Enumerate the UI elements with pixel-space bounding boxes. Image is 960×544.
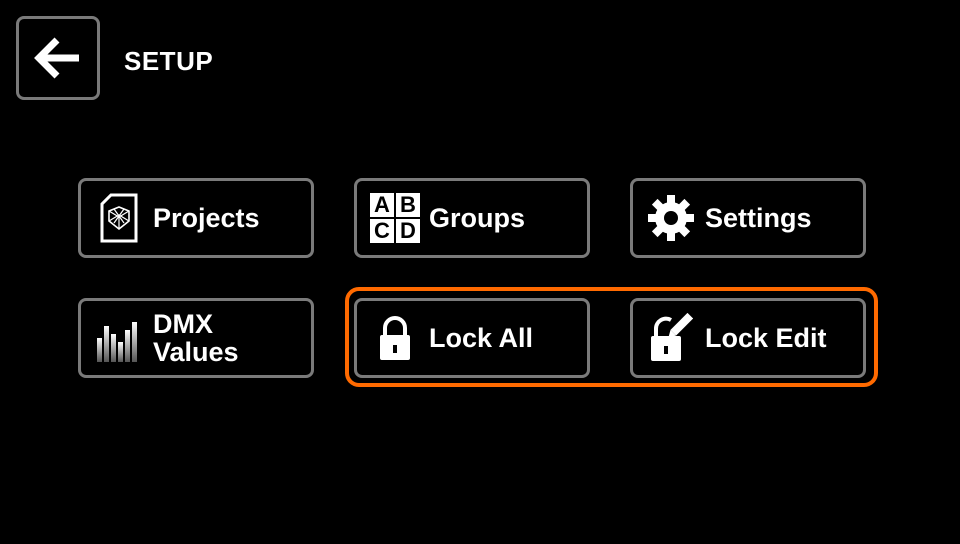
abcd-groups-icon: A B C D (370, 190, 420, 246)
settings-button[interactable]: Settings (630, 178, 866, 258)
projects-button[interactable]: Projects (78, 178, 314, 258)
project-file-icon (95, 190, 143, 246)
dmx-bars-icon (95, 310, 143, 366)
lock-icon (371, 310, 419, 366)
lock-edit-button[interactable]: Lock Edit (630, 298, 866, 378)
groups-button[interactable]: A B C D Groups (354, 178, 590, 258)
dmx-values-label: DMX Values (153, 309, 239, 367)
settings-label: Settings (705, 203, 812, 233)
page-title: SETUP (124, 46, 214, 76)
lock-edit-label: Lock Edit (705, 323, 827, 353)
lock-all-label: Lock All (429, 323, 534, 353)
gear-icon (647, 190, 695, 246)
arrow-left-icon (34, 37, 79, 79)
groups-label: Groups (429, 203, 526, 233)
dmx-values-button[interactable]: DMX Values (78, 298, 314, 378)
back-button[interactable] (16, 16, 100, 100)
lock-all-button[interactable]: Lock All (354, 298, 590, 378)
lock-edit-icon (647, 310, 695, 366)
projects-label: Projects (153, 203, 260, 233)
